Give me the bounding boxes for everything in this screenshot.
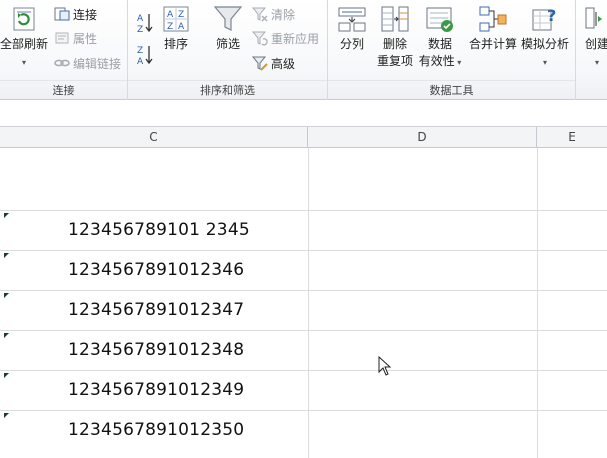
edit-links-button[interactable]: 编辑链接 (54, 54, 121, 74)
connections-group: 全部刷新 ▾ 连接 属性 编辑链接 连接 (0, 0, 128, 100)
ribbon: 全部刷新 ▾ 连接 属性 编辑链接 连接 A Z Z A A Z Z A 排序 … (0, 0, 607, 100)
sort-label: 排序 (163, 37, 188, 51)
data-validation-label-2: 有效性 (418, 54, 455, 68)
clear-filter-label: 清除 (271, 8, 296, 22)
sort-button[interactable]: A Z Z A 排序 (158, 4, 194, 53)
remove-duplicates-label-1: 删除 (382, 37, 407, 51)
column-headers: C D E (0, 127, 607, 148)
chevron-down-icon: ▾ (542, 58, 547, 67)
text-to-columns-label: 分列 (339, 37, 364, 51)
chevron-down-icon: ▾ (454, 58, 462, 67)
sort-filter-group: A Z Z A A Z Z A 排序 筛选 清除 重新应用 高级 排序和筛选 (128, 0, 328, 100)
error-indicator-icon[interactable] (4, 373, 9, 378)
cell-value[interactable]: 1234567891012350 (68, 420, 244, 440)
error-indicator-icon[interactable] (4, 293, 9, 298)
connections-label: 连接 (73, 8, 98, 22)
table-row[interactable]: 1234567891012349 (0, 371, 607, 411)
refresh-all-button[interactable]: 全部刷新 ▾ (0, 4, 50, 71)
table-row[interactable]: 1234567891012346 (0, 251, 607, 291)
connections-group-label: 连接 (0, 80, 127, 99)
connections-button[interactable]: 连接 (54, 5, 97, 25)
properties-icon (55, 32, 69, 44)
group-rows-icon (585, 7, 602, 29)
filter-label: 筛选 (215, 37, 240, 51)
refresh-icon (13, 7, 35, 31)
formula-bar-area (0, 100, 607, 127)
data-validation-icon (426, 7, 453, 32)
data-tools-group: 分列 删除 重复项 数据 有效性 ▾ 合并计算 ? 模拟分析 ▾ 数据工具 (328, 0, 576, 100)
error-indicator-icon[interactable] (4, 333, 9, 338)
what-if-analysis-label: 模拟分析 (520, 37, 569, 51)
table-row[interactable]: 1234567891012347 (0, 291, 607, 331)
sort-dialog-icon: A Z Z A (163, 6, 189, 32)
advanced-filter-icon (252, 56, 268, 71)
svg-text:A: A (178, 22, 185, 32)
remove-duplicates-icon (381, 6, 409, 32)
cell-value[interactable]: 1234567891012348 (68, 340, 244, 360)
error-indicator-icon[interactable] (4, 413, 9, 418)
sort-descending-icon[interactable]: Z A (136, 44, 154, 66)
cell-value[interactable]: 1234567891012349 (68, 380, 244, 400)
data-validation-button[interactable]: 数据 有效性 ▾ (416, 4, 464, 71)
svg-text:Z: Z (178, 10, 184, 20)
svg-text:?: ? (547, 6, 556, 25)
text-to-columns-icon (338, 7, 366, 32)
create-group-button[interactable]: 创建 ▾ (580, 4, 607, 71)
reapply-filter-icon (252, 31, 268, 46)
consolidate-icon (479, 6, 507, 32)
create-group-label: 创建 (584, 37, 607, 51)
clear-filter-icon (252, 7, 268, 22)
edit-links-label: 编辑链接 (73, 57, 122, 71)
cell-value[interactable]: 1234567891012346 (68, 260, 244, 280)
sort-ascending-icon[interactable]: A Z (136, 12, 154, 34)
reapply-button[interactable]: 重新应用 (252, 29, 319, 49)
outline-group: 创建 ▾ (576, 0, 607, 100)
svg-text:A: A (167, 10, 174, 20)
table-row[interactable]: 1234567891012350 (0, 411, 607, 458)
advanced-filter-label: 高级 (271, 57, 296, 71)
clear-filter-button[interactable]: 清除 (252, 5, 295, 25)
consolidate-label: 合并计算 (468, 37, 517, 51)
svg-text:Z: Z (137, 25, 143, 34)
column-header-e[interactable]: E (537, 127, 607, 148)
remove-duplicates-label-2: 重复项 (376, 54, 413, 68)
table-row[interactable]: 1234567891012348 (0, 331, 607, 371)
advanced-filter-button[interactable]: 高级 (252, 54, 295, 74)
table-row[interactable] (0, 148, 607, 211)
error-indicator-icon[interactable] (4, 253, 9, 258)
filter-funnel-icon (213, 6, 243, 31)
svg-text:Z: Z (137, 46, 143, 56)
chevron-down-icon: ▾ (21, 58, 26, 67)
refresh-all-label: 全部刷新 (0, 37, 48, 51)
what-if-analysis-icon: ? (532, 6, 556, 31)
svg-text:A: A (137, 14, 144, 24)
properties-label: 属性 (73, 32, 98, 46)
sort-filter-group-label: 排序和筛选 (128, 80, 327, 99)
consolidate-button[interactable]: 合并计算 (466, 4, 520, 53)
cell-value[interactable]: 123456789101 2345 (68, 220, 250, 240)
column-header-c[interactable]: C (0, 127, 308, 148)
remove-duplicates-button[interactable]: 删除 重复项 (372, 4, 418, 70)
svg-text:A: A (137, 57, 144, 66)
svg-text:Z: Z (167, 22, 173, 32)
chevron-down-icon: ▾ (594, 58, 599, 67)
column-header-d[interactable]: D (308, 127, 537, 148)
data-validation-label-1: 数据 (427, 37, 452, 51)
connections-icon (54, 7, 70, 21)
reapply-label: 重新应用 (271, 32, 320, 46)
link-icon (54, 59, 70, 67)
cell-value[interactable]: 1234567891012347 (68, 300, 244, 320)
filter-button[interactable]: 筛选 (208, 4, 248, 53)
table-row[interactable]: 123456789101 2345 (0, 211, 607, 251)
what-if-analysis-button[interactable]: ? 模拟分析 ▾ (518, 4, 572, 71)
worksheet-grid[interactable]: 123456789101 2345 1234567891012346 12345… (0, 148, 607, 458)
properties-button[interactable]: 属性 (54, 29, 97, 49)
data-tools-group-label: 数据工具 (328, 80, 575, 99)
text-to-columns-button[interactable]: 分列 (334, 4, 370, 53)
error-indicator-icon[interactable] (4, 213, 9, 218)
mouse-pointer-icon (378, 356, 391, 376)
